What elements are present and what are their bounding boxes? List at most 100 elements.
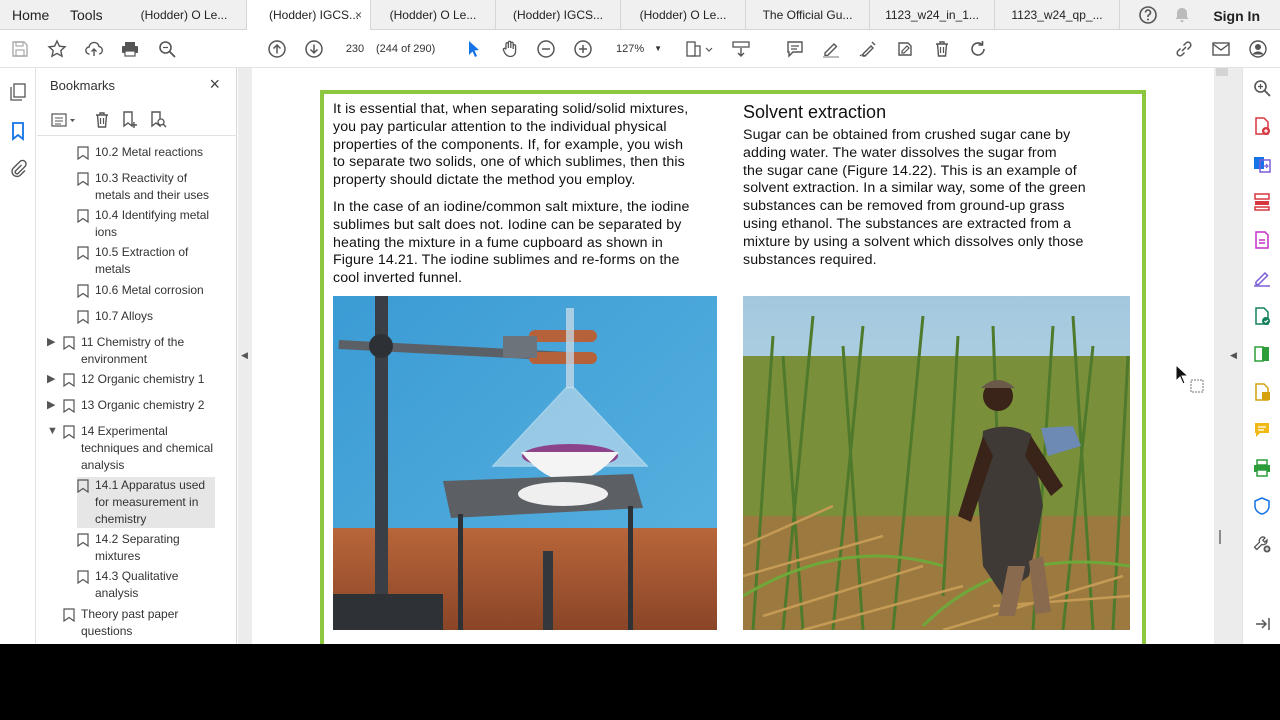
export-pdf-icon[interactable]: [1252, 154, 1272, 174]
bookmark-item[interactable]: Theory past paper questions: [63, 606, 215, 640]
bookmark-label-line: 12 Organic chemistry 1: [81, 372, 205, 386]
zoom-search-icon[interactable]: [1252, 78, 1272, 98]
bookmark-item[interactable]: 10.4 Identifying metal ions: [77, 207, 215, 241]
draw-pen-icon[interactable]: [858, 39, 878, 59]
send-for-signature-icon[interactable]: [1252, 306, 1272, 326]
tab-label: (Hodder) IGCS...: [512, 8, 604, 22]
zoom-level-select[interactable]: 127% ▼: [606, 39, 664, 59]
bookmark-label-line: 10.3 Reactivity of: [95, 171, 188, 185]
share-link-icon[interactable]: [1174, 39, 1194, 59]
find-bookmark-icon[interactable]: [148, 110, 168, 130]
bookmark-ribbon-icon: [77, 570, 89, 584]
bookmark-options-icon[interactable]: [50, 110, 78, 130]
tab-document-3[interactable]: (Hodder) O Le...: [371, 0, 496, 30]
new-bookmark-icon[interactable]: [120, 110, 140, 130]
attachments-paperclip-icon[interactable]: [8, 159, 28, 179]
select-cursor-icon[interactable]: [464, 39, 484, 59]
zoom-out-icon[interactable]: [536, 39, 556, 59]
comment-icon[interactable]: [785, 39, 805, 59]
sign-in-button[interactable]: Sign In: [1213, 0, 1260, 30]
combine-files-icon[interactable]: [1252, 382, 1272, 402]
left-paragraph-1: It is essential that, when separating so…: [333, 101, 688, 190]
delete-trash-icon[interactable]: [932, 39, 952, 59]
save-icon[interactable]: [10, 39, 30, 59]
next-page-icon[interactable]: [304, 39, 324, 59]
collapse-left-panel-icon[interactable]: ◀: [241, 350, 248, 361]
bookmark-item[interactable]: 10.7 Alloys: [77, 308, 215, 325]
rotate-icon[interactable]: [968, 39, 988, 59]
chevron-right-icon[interactable]: ▶: [47, 371, 55, 388]
find-text-icon[interactable]: [157, 39, 177, 59]
scrollbar-thumb[interactable]: [1216, 68, 1228, 76]
page-number-input[interactable]: 230: [340, 39, 370, 59]
bookmark-label-line: analysis: [95, 586, 139, 600]
bookmark-item[interactable]: ▶ 13 Organic chemistry 2: [47, 397, 215, 414]
pdf-page: It is essential that, when separating so…: [252, 68, 1214, 644]
tab-label: The Official Gu...: [762, 8, 853, 22]
help-icon[interactable]: [1138, 5, 1158, 25]
bookmarks-ribbon-icon[interactable]: [8, 121, 28, 141]
user-account-icon[interactable]: [1248, 39, 1268, 59]
document-scrollbar[interactable]: [1216, 68, 1228, 644]
tab-document-5[interactable]: (Hodder) O Le...: [621, 0, 746, 30]
stamp-sign-icon[interactable]: [895, 39, 915, 59]
tab-close-icon[interactable]: ×: [355, 0, 362, 30]
hand-tool-icon[interactable]: [500, 39, 520, 59]
bookmark-label: 10.2 Metal reactions: [95, 144, 203, 161]
bookmark-ribbon-icon: [77, 284, 89, 298]
bookmark-item[interactable]: ▶ 11 Chemistry of the environment: [47, 334, 215, 368]
collapse-tools-pane-icon[interactable]: [1252, 614, 1272, 634]
scroll-mode-icon[interactable]: [731, 39, 751, 59]
highlight-pen-icon[interactable]: [821, 39, 841, 59]
right-paragraph-1: Sugar can be obtained from crushed sugar…: [743, 127, 1086, 269]
organize-pages-icon[interactable]: [1252, 192, 1272, 212]
bookmark-item[interactable]: 10.3 Reactivity of metals and their uses: [77, 170, 215, 204]
chevron-down-icon[interactable]: ▼: [47, 423, 58, 440]
bookmark-item[interactable]: ▼ 14 Experimental techniques and chemical a…: [47, 423, 215, 474]
email-icon[interactable]: [1211, 39, 1231, 59]
bookmark-label: 10.3 Reactivity of metals and their uses: [95, 170, 209, 204]
previous-page-icon[interactable]: [267, 39, 287, 59]
fill-sign-icon[interactable]: [1252, 268, 1272, 288]
menu-tools[interactable]: Tools: [70, 0, 103, 30]
text-line: cool inverted funnel.: [333, 270, 463, 287]
create-pdf-icon[interactable]: [1252, 116, 1272, 136]
bookmark-item[interactable]: 10.2 Metal reactions: [77, 144, 215, 161]
text-line: property should dictate the method you e…: [333, 172, 636, 189]
close-icon[interactable]: ×: [209, 75, 220, 93]
bookmark-label-line: 10.7 Alloys: [95, 309, 154, 323]
bookmark-label-line: 14.2 Separating: [95, 532, 180, 546]
page-fit-icon[interactable]: [684, 39, 714, 59]
tab-document-1[interactable]: (Hodder) O Le...: [122, 0, 247, 30]
zoom-in-icon[interactable]: [573, 39, 593, 59]
tab-document-7[interactable]: 1123_w24_in_1...: [870, 0, 995, 30]
bookmark-item[interactable]: 14.2 Separating mixtures: [77, 531, 215, 565]
protect-shield-icon[interactable]: [1252, 496, 1272, 516]
print-production-icon[interactable]: [1252, 458, 1272, 478]
bookmark-item[interactable]: 10.5 Extraction of metals: [77, 244, 215, 278]
bookmark-item[interactable]: ▶ 12 Organic chemistry 1: [47, 371, 215, 388]
add-comment-icon[interactable]: [1252, 420, 1272, 440]
bookmark-item[interactable]: 10.6 Metal corrosion: [77, 282, 215, 299]
delete-bookmark-icon[interactable]: [92, 110, 112, 130]
tab-document-8[interactable]: 1123_w24_qp_...: [995, 0, 1120, 30]
bookmark-item[interactable]: 14.1 Apparatus used for measurement in che…: [77, 477, 215, 528]
tab-document-2-active[interactable]: (Hodder) IGCS... ×: [247, 0, 371, 31]
page-thumbnails-icon[interactable]: [8, 82, 28, 102]
tab-document-4[interactable]: (Hodder) IGCS...: [496, 0, 621, 30]
compare-files-icon[interactable]: [1252, 344, 1272, 364]
print-icon[interactable]: [120, 39, 140, 59]
menu-home[interactable]: Home: [12, 0, 49, 30]
bookmark-label: 10.6 Metal corrosion: [95, 282, 204, 299]
bookmark-item[interactable]: 14.3 Qualitative analysis: [77, 568, 215, 602]
more-tools-icon[interactable]: [1252, 534, 1272, 554]
cloud-upload-icon[interactable]: [84, 39, 104, 59]
bookmark-ribbon-icon: [63, 425, 75, 439]
edit-pdf-icon[interactable]: [1252, 230, 1272, 250]
chevron-right-icon[interactable]: ▶: [47, 334, 55, 351]
star-bookmark-icon[interactable]: [47, 39, 67, 59]
notifications-bell-icon[interactable]: [1172, 5, 1192, 25]
chevron-right-icon[interactable]: ▶: [47, 397, 55, 414]
tab-document-6[interactable]: The Official Gu...: [746, 0, 870, 30]
collapse-right-panel-icon[interactable]: ◀: [1230, 350, 1237, 361]
